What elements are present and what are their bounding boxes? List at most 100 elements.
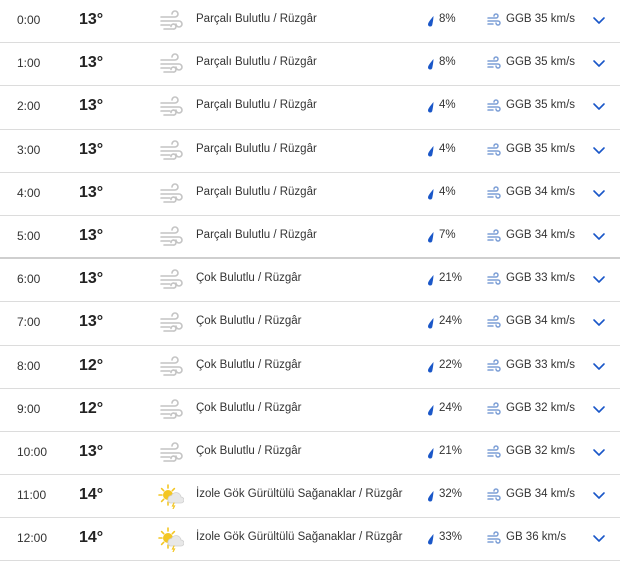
forecast-row[interactable]: 7:00 13° Çok Bulutlu / Rüzgâr 24% GGB 34 km/… [0,302,620,346]
condition-text: İzole Gök Gürültülü Sağanaklar / Rüzgâr [196,531,403,544]
temperature: 13° [79,313,104,331]
precipitation-chance: 33% [439,531,463,544]
chevron-down-icon[interactable] [591,403,607,417]
condition-text: Çok Bulutlu / Rüzgâr [196,272,302,285]
wind-speed: GGB 34 km/s [506,315,576,328]
chevron-down-icon[interactable] [591,100,607,114]
forecast-row[interactable]: 5:00 13° Parçalı Bulutlu / Rüzgâr 7% GGB 34 … [0,216,620,260]
hour-label: 12:00 [17,531,48,546]
hour-label: 8:00 [17,358,41,373]
chevron-down-icon[interactable] [591,360,607,374]
hourly-forecast-list: 0:00 13° Parçalı Bulutlu / Rüzgâr 8% GGB 35 … [0,0,620,562]
forecast-row[interactable]: 1:00 13° Parçalı Bulutlu / Rüzgâr 8% GGB 35 … [0,43,620,87]
forecast-row[interactable]: 8:00 12° Çok Bulutlu / Rüzgâr 22% GGB 33 km/… [0,346,620,389]
wind-icon [158,51,184,77]
raindrop-icon [426,187,435,200]
precipitation-chance: 8% [439,13,456,25]
chevron-down-icon[interactable] [591,446,607,460]
wind-direction-icon [487,142,501,157]
wind-icon [158,181,184,207]
condition-text: Çok Bulutlu / Rüzgâr [196,358,302,371]
wind-speed: GGB 35 km/s [506,13,576,25]
wind-direction-icon [487,186,501,200]
precipitation-chance: 4% [439,99,456,112]
wind-icon [158,138,184,164]
temperature: 13° [79,226,104,244]
raindrop-icon [426,446,435,459]
chevron-down-icon[interactable] [591,273,607,287]
wind-speed: GGB 35 km/s [506,142,576,155]
wind-speed: GGB 35 km/s [506,56,576,69]
precipitation-chance: 8% [439,56,456,69]
forecast-row[interactable]: 9:00 12° Çok Bulutlu / Rüzgâr 24% GGB 32 km/… [0,389,620,432]
chevron-down-icon[interactable] [591,187,607,201]
chevron-down-icon[interactable] [591,57,607,71]
wind-direction-icon [487,315,501,329]
condition-text: Çok Bulutlu / Rüzgâr [196,444,302,457]
wind-speed: GGB 33 km/s [506,358,576,371]
raindrop-icon [426,273,435,286]
raindrop-icon [426,360,435,373]
forecast-row[interactable]: 10:00 13° Çok Bulutlu / Rüzgâr 21% GGB 32 km… [0,432,620,476]
precipitation-chance: 4% [439,142,456,155]
forecast-row[interactable]: 4:00 13° Parçalı Bulutlu / Rüzgâr 4% GGB 34 … [0,173,620,216]
hour-label: 11:00 [17,488,47,503]
raindrop-icon [426,57,435,70]
forecast-row[interactable]: 3:00 13° Parçalı Bulutlu / Rüzgâr 4% GGB 35 … [0,130,620,173]
forecast-row[interactable]: 0:00 13° Parçalı Bulutlu / Rüzgâr 8% GGB 35 … [0,0,620,44]
condition-text: Parçalı Bulutlu / Rüzgâr [196,56,317,69]
wind-direction-icon [487,272,501,286]
chevron-down-icon[interactable] [591,489,607,503]
temperature: 12° [79,356,104,374]
hour-label: 6:00 [17,272,41,287]
raindrop-icon [426,532,435,545]
hour-label: 1:00 [17,56,41,71]
temperature: 13° [79,183,104,201]
wind-icon [158,224,184,250]
wind-speed: GGB 35 km/s [506,99,576,112]
condition-text: Parçalı Bulutlu / Rüzgâr [196,99,317,112]
hour-label: 5:00 [17,228,41,243]
forecast-row[interactable]: 11:00 14° İzole Gök Gürültülü Sağanaklar /… [0,475,620,519]
wind-direction-icon [487,229,501,243]
condition-text: Parçalı Bulutlu / Rüzgâr [196,13,317,25]
forecast-row[interactable]: 6:00 13° Çok Bulutlu / Rüzgâr 21% GGB 33 km/… [0,259,620,303]
hour-label: 7:00 [17,315,41,330]
precipitation-chance: 21% [439,272,463,285]
wind-icon [158,440,184,466]
wind-direction-icon [487,56,501,70]
condition-text: Çok Bulutlu / Rüzgâr [196,315,302,328]
thunderstorm-sun-icon [158,483,185,510]
forecast-row[interactable]: 12:00 14° İzole Gök Gürültülü Sağanaklar /… [0,518,620,562]
chevron-down-icon[interactable] [591,532,607,546]
wind-icon [158,94,184,120]
thunderstorm-sun-icon [158,526,185,553]
wind-direction-icon [487,13,501,27]
condition-text: Parçalı Bulutlu / Rüzgâr [196,185,317,198]
hour-label: 9:00 [17,401,41,416]
temperature: 13° [79,97,104,115]
temperature: 14° [79,486,104,504]
raindrop-icon [426,316,435,329]
forecast-row[interactable]: 2:00 13° Parçalı Bulutlu / Rüzgâr 4% GGB 35 … [0,86,620,130]
temperature: 13° [79,442,104,460]
temperature: 13° [79,140,104,158]
temperature: 13° [79,270,104,288]
wind-speed: GGB 34 km/s [506,185,576,198]
raindrop-icon [426,403,435,416]
chevron-down-icon[interactable] [591,316,607,330]
precipitation-chance: 24% [439,315,463,328]
condition-text: Çok Bulutlu / Rüzgâr [196,401,302,414]
chevron-down-icon[interactable] [591,230,607,244]
hour-label: 4:00 [17,185,41,200]
chevron-down-icon[interactable] [591,144,607,158]
condition-text: İzole Gök Gürültülü Sağanaklar / Rüzgâr [196,488,403,501]
precipitation-chance: 32% [439,488,463,501]
wind-speed: GB 36 km/s [506,531,567,544]
wind-icon [158,397,184,423]
chevron-down-icon[interactable] [591,14,607,28]
condition-text: Parçalı Bulutlu / Rüzgâr [196,142,317,155]
hour-label: 10:00 [17,444,48,459]
precipitation-chance: 22% [439,358,463,371]
precipitation-chance: 24% [439,401,463,414]
